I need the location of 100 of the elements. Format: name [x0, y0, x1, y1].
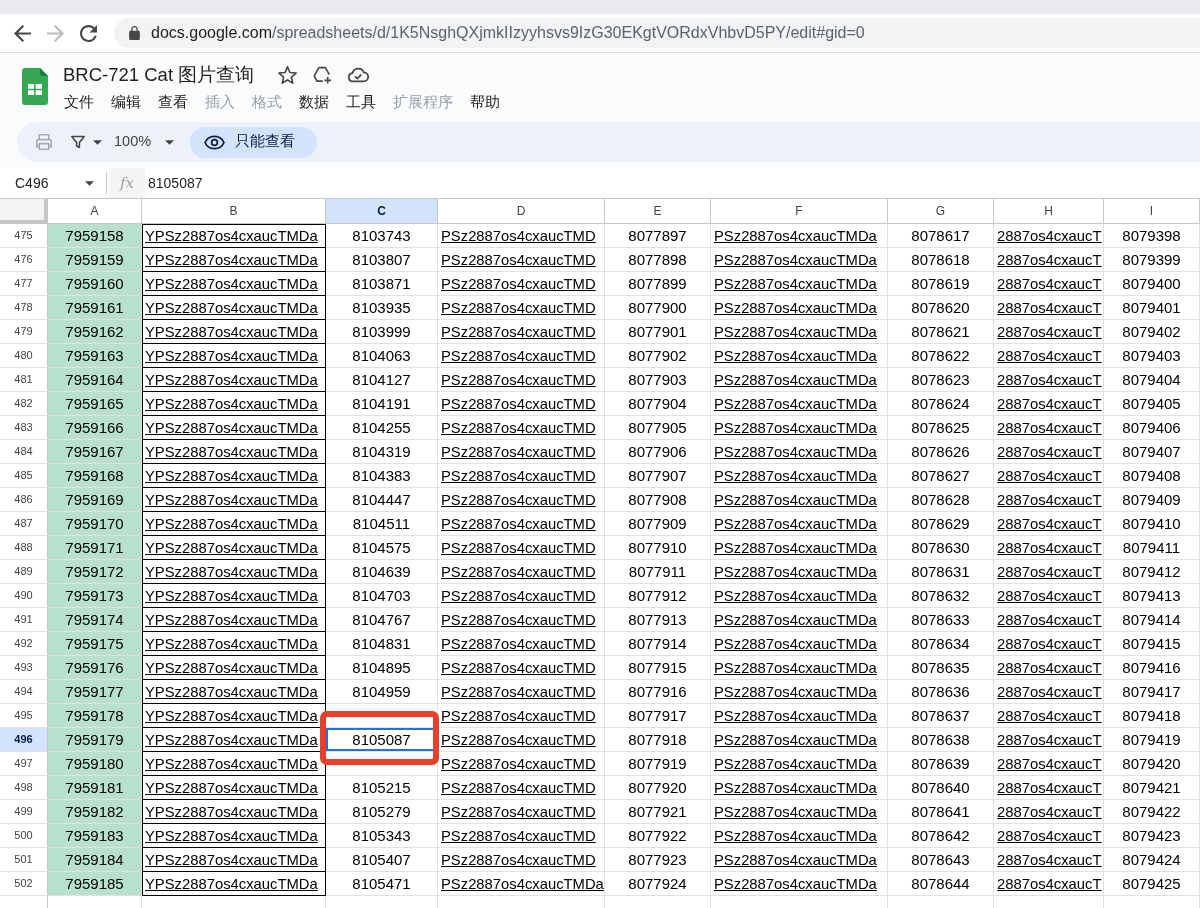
cell-link[interactable]: PSz2887os4cxaucTMD [441, 492, 596, 508]
cell-link[interactable]: 2887os4cxaucT [997, 348, 1102, 364]
column-header[interactable]: F [711, 199, 888, 224]
menu-item[interactable]: 工具 [337, 92, 384, 112]
cell-link[interactable]: YPSz2887os4cxaucTMDa [145, 516, 318, 532]
cell-link[interactable]: PSz2887os4cxaucTMD [441, 396, 596, 412]
cell-link[interactable]: 2887os4cxaucT [997, 660, 1102, 676]
cell-link[interactable]: 2887os4cxaucT [997, 468, 1102, 484]
spreadsheet-logo-icon[interactable] [22, 68, 48, 105]
cell-link[interactable]: 2887os4cxaucT [997, 684, 1102, 700]
row-number[interactable]: 478 [0, 296, 48, 320]
cell-link[interactable]: PSz2887os4cxaucTMD [441, 324, 596, 340]
cell-link[interactable]: YPSz2887os4cxaucTMDa [145, 732, 318, 748]
cell-link[interactable]: 2887os4cxaucT [997, 732, 1102, 748]
row-number[interactable]: 486 [0, 488, 48, 512]
cell-link[interactable]: YPSz2887os4cxaucTMDa [145, 348, 318, 364]
cell-link[interactable]: 2887os4cxaucT [997, 612, 1102, 628]
cell-link[interactable]: PSz2887os4cxaucTMDa [714, 732, 877, 748]
cell-link[interactable]: 2887os4cxaucT [997, 324, 1102, 340]
cell-link[interactable]: PSz2887os4cxaucTMD [441, 660, 596, 676]
cell-link[interactable]: PSz2887os4cxaucTMDa [714, 492, 877, 508]
view-only-button[interactable]: 只能查看 [190, 126, 318, 158]
cell-link[interactable]: PSz2887os4cxaucTMDa [714, 588, 877, 604]
cell-link[interactable]: 2887os4cxaucT [997, 804, 1102, 820]
cell-link[interactable]: PSz2887os4cxaucTMD [441, 852, 596, 868]
cell-link[interactable]: 2887os4cxaucT [997, 564, 1102, 580]
cell-link[interactable]: PSz2887os4cxaucTMD [441, 732, 596, 748]
cell-link[interactable]: YPSz2887os4cxaucTMDa [145, 396, 318, 412]
triangle-plus-icon[interactable] [312, 66, 333, 84]
cell-link[interactable]: YPSz2887os4cxaucTMDa [145, 876, 318, 892]
cell-link[interactable]: PSz2887os4cxaucTMD [441, 516, 596, 532]
cell-link[interactable]: 2887os4cxaucT [997, 252, 1102, 268]
cell-link[interactable]: YPSz2887os4cxaucTMDa [145, 828, 318, 844]
cell-link[interactable]: PSz2887os4cxaucTMDa [714, 540, 877, 556]
cell-link[interactable]: 2887os4cxaucT [997, 276, 1102, 292]
cell-link[interactable]: PSz2887os4cxaucTMDa [714, 780, 877, 796]
cell-link[interactable]: PSz2887os4cxaucTMDa [714, 828, 877, 844]
cell-link[interactable]: 2887os4cxaucT [997, 300, 1102, 316]
cell-link[interactable]: PSz2887os4cxaucTMD [441, 804, 596, 820]
cell-link[interactable]: 2887os4cxaucT [997, 228, 1102, 244]
column-header[interactable]: G [888, 199, 994, 224]
cell-link[interactable]: PSz2887os4cxaucTMD [441, 468, 596, 484]
star-icon[interactable] [278, 66, 298, 84]
menu-item[interactable]: 查看 [149, 92, 196, 112]
cell-link[interactable]: 2887os4cxaucT [997, 756, 1102, 772]
cell-link[interactable]: PSz2887os4cxaucTMDa [714, 300, 877, 316]
row-number[interactable]: 497 [0, 752, 48, 776]
cell-link[interactable]: PSz2887os4cxaucTMDa [714, 612, 877, 628]
cell-link[interactable]: PSz2887os4cxaucTMDa [714, 324, 877, 340]
row-number[interactable]: 502 [0, 872, 48, 896]
row-number[interactable]: 501 [0, 848, 48, 872]
cell-link[interactable]: PSz2887os4cxaucTMD [441, 564, 596, 580]
menu-item[interactable]: 数据 [290, 92, 337, 112]
row-number[interactable]: 477 [0, 272, 48, 296]
cell-link[interactable]: PSz2887os4cxaucTMDa [714, 804, 877, 820]
cell-link[interactable]: YPSz2887os4cxaucTMDa [145, 492, 318, 508]
cell-link[interactable]: YPSz2887os4cxaucTMDa [145, 444, 318, 460]
cell-link[interactable]: PSz2887os4cxaucTMD [441, 228, 596, 244]
cell-link[interactable]: PSz2887os4cxaucTMDa [714, 516, 877, 532]
column-header[interactable]: E [605, 199, 711, 224]
cell-link[interactable]: 2887os4cxaucT [997, 444, 1102, 460]
cell-link[interactable]: PSz2887os4cxaucTMDa [714, 564, 877, 580]
cell-link[interactable]: YPSz2887os4cxaucTMDa [145, 300, 318, 316]
row-number[interactable]: 488 [0, 536, 48, 560]
cell-link[interactable]: PSz2887os4cxaucTMD [441, 276, 596, 292]
cell-link[interactable]: YPSz2887os4cxaucTMDa [145, 780, 318, 796]
cell-link[interactable]: YPSz2887os4cxaucTMDa [145, 852, 318, 868]
column-header[interactable]: D [438, 199, 605, 224]
cell-link[interactable]: PSz2887os4cxaucTMD [441, 348, 596, 364]
row-number[interactable]: 496 [0, 728, 48, 752]
cell-link[interactable]: PSz2887os4cxaucTMD [441, 444, 596, 460]
column-header[interactable]: C [326, 199, 438, 224]
cell-link[interactable]: 2887os4cxaucT [997, 708, 1102, 724]
row-number[interactable]: 498 [0, 776, 48, 800]
cell-link[interactable]: PSz2887os4cxaucTMDa [714, 876, 877, 892]
row-number[interactable]: 495 [0, 704, 48, 728]
cell-link[interactable]: 2887os4cxaucT [997, 876, 1102, 892]
cell-link[interactable]: PSz2887os4cxaucTMDa [714, 252, 877, 268]
cell-link[interactable]: PSz2887os4cxaucTMDa [714, 396, 877, 412]
cell-link[interactable]: 2887os4cxaucT [997, 540, 1102, 556]
cell-link[interactable]: PSz2887os4cxaucTMDa [714, 684, 877, 700]
cell-link[interactable]: YPSz2887os4cxaucTMDa [145, 420, 318, 436]
cell-link[interactable]: YPSz2887os4cxaucTMDa [145, 564, 318, 580]
cell-link[interactable]: PSz2887os4cxaucTMD [441, 828, 596, 844]
column-header[interactable]: B [142, 199, 326, 224]
cell-link[interactable]: 2887os4cxaucT [997, 492, 1102, 508]
cell-link[interactable]: 2887os4cxaucT [997, 636, 1102, 652]
cell-link[interactable]: PSz2887os4cxaucTMDa [714, 756, 877, 772]
row-number[interactable]: 480 [0, 344, 48, 368]
column-header[interactable]: I [1104, 199, 1200, 224]
menu-item[interactable]: 文件 [55, 92, 102, 112]
row-number[interactable]: 475 [0, 224, 48, 248]
cell-link[interactable]: YPSz2887os4cxaucTMDa [145, 588, 318, 604]
cell-link[interactable]: PSz2887os4cxaucTMD [441, 300, 596, 316]
cell-link[interactable]: PSz2887os4cxaucTMD [441, 780, 596, 796]
cell-link[interactable]: PSz2887os4cxaucTMD [441, 540, 596, 556]
cell-link[interactable]: YPSz2887os4cxaucTMDa [145, 660, 318, 676]
cell-link[interactable]: PSz2887os4cxaucTMD [441, 612, 596, 628]
cell-link[interactable]: 2887os4cxaucT [997, 852, 1102, 868]
row-number[interactable]: 485 [0, 464, 48, 488]
